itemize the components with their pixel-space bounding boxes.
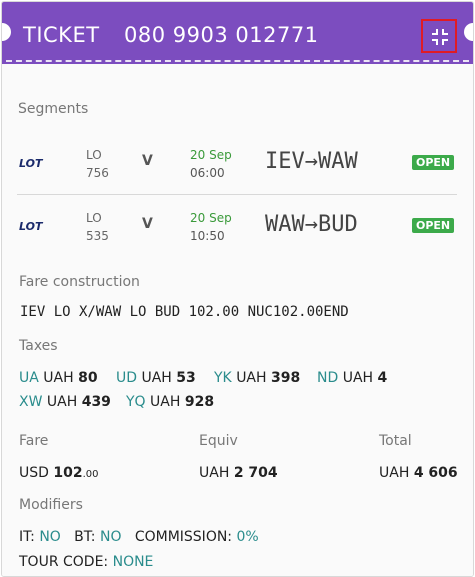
segment-departure: 20 Sep 10:50 <box>190 209 232 245</box>
segment-departure: 20 Sep 06:00 <box>190 146 232 182</box>
fare-construction-label: Fare construction <box>19 274 140 290</box>
modifiers-label: Modifiers <box>19 497 83 513</box>
tax-item: ND UAH 4 <box>317 370 387 386</box>
segment-carrier-code: LO <box>86 211 102 225</box>
tax-code: XW <box>19 394 43 410</box>
bt-key: BT: <box>74 529 96 545</box>
tour-code-value: NONE <box>112 554 154 570</box>
segment-status-badge: OPEN <box>412 218 455 233</box>
equiv-currency: UAH <box>199 465 230 481</box>
collapse-button[interactable] <box>421 19 457 53</box>
tour-code-key: TOUR CODE: <box>19 554 109 570</box>
fare-currency: USD <box>19 465 49 481</box>
ticket-number: 080 9903 012771 <box>124 23 319 47</box>
it-key: IT: <box>19 529 35 545</box>
tax-item: UD UAH 53 <box>116 370 196 386</box>
segment-date: 20 Sep <box>190 148 232 162</box>
fare-cents: .00 <box>82 469 99 480</box>
tax-currency: UAH <box>141 370 172 386</box>
fare-whole: 102 <box>53 465 83 481</box>
modifiers-row: IT: NO BT: NO COMMISSION: 0% <box>19 529 259 545</box>
taxes-label: Taxes <box>19 338 58 354</box>
tax-currency: UAH <box>236 370 267 386</box>
tax-code: UA <box>19 370 39 386</box>
total-label: Total <box>379 433 412 449</box>
lot-logo-text: LOT <box>19 220 44 233</box>
segment-route: IEV→WAW <box>265 149 358 174</box>
fare-amount: USD 102.00 <box>19 465 99 481</box>
tax-amount: 80 <box>78 370 98 386</box>
tax-code: UD <box>116 370 138 386</box>
segment-row[interactable]: LOT LO 535 V 20 Sep 10:50 WAW→BUD OPEN <box>2 197 473 257</box>
tax-amount: 439 <box>81 394 111 410</box>
tax-code: ND <box>317 370 339 386</box>
segment-status-badge: OPEN <box>412 155 455 170</box>
tax-code: YK <box>214 370 232 386</box>
lot-airline-logo: LOT <box>19 157 44 170</box>
equiv-value: 2 704 <box>233 465 278 481</box>
total-amount: UAH 4 606 <box>379 465 458 481</box>
segment-flight-number: 535 <box>86 229 109 243</box>
tax-amount: 4 <box>377 370 388 386</box>
equiv-label: Equiv <box>199 433 238 449</box>
total-currency: UAH <box>379 465 410 481</box>
segment-divider <box>17 194 457 195</box>
tax-currency: UAH <box>150 394 181 410</box>
ticket-card: TICKET 080 9903 012771 Segments LOT LO 7… <box>1 1 474 577</box>
tax-currency: UAH <box>46 394 78 410</box>
tax-amount: 928 <box>184 394 215 410</box>
tax-item: YK UAH 398 <box>214 370 300 386</box>
fare-label: Fare <box>19 433 49 449</box>
segment-date: 20 Sep <box>190 211 232 225</box>
tax-item: UA UAH 80 <box>19 370 98 386</box>
segment-flight: LO 535 <box>86 209 109 245</box>
tour-code-row: TOUR CODE: NONE <box>19 554 153 570</box>
segment-time: 10:50 <box>190 229 225 243</box>
segment-flight-number: 756 <box>86 166 109 180</box>
segment-carrier-code: LO <box>86 148 102 162</box>
segments-label: Segments <box>18 101 89 117</box>
ticket-notch-left <box>2 23 11 41</box>
perforation-line <box>6 60 469 62</box>
bt-value: NO <box>99 529 122 545</box>
fare-construction-value: IEV LO X/WAW LO BUD 102.00 NUC102.00END <box>20 304 349 320</box>
tax-currency: UAH <box>342 370 374 386</box>
it-value: NO <box>39 529 61 545</box>
tax-item: XW UAH 439 <box>19 394 111 410</box>
segment-booking-class: V <box>142 216 153 232</box>
tax-amount: 398 <box>271 370 301 386</box>
tax-code: YQ <box>126 394 146 410</box>
segment-row[interactable]: LOT LO 756 V 20 Sep 06:00 IEV→WAW OPEN <box>2 134 473 194</box>
segment-flight: LO 756 <box>86 146 109 182</box>
tax-currency: UAH <box>43 370 74 386</box>
collapse-icon <box>432 29 448 45</box>
total-value: 4 606 <box>413 465 458 481</box>
lot-logo-text: LOT <box>19 157 44 170</box>
ticket-notch-right <box>464 23 473 41</box>
tax-item: YQ UAH 928 <box>126 394 214 410</box>
ticket-header: TICKET 080 9903 012771 <box>2 2 473 64</box>
commission-key: COMMISSION: <box>134 529 233 545</box>
segment-booking-class: V <box>142 153 153 169</box>
commission-value: 0% <box>236 529 259 545</box>
ticket-body: Segments LOT LO 756 V 20 Sep 06:00 IEV→W… <box>2 64 473 576</box>
lot-airline-logo: LOT <box>19 220 44 233</box>
ticket-title: TICKET <box>23 23 100 47</box>
segment-route: WAW→BUD <box>265 212 358 237</box>
equiv-amount: UAH 2 704 <box>199 465 278 481</box>
tax-amount: 53 <box>176 370 196 386</box>
segment-time: 06:00 <box>190 166 225 180</box>
